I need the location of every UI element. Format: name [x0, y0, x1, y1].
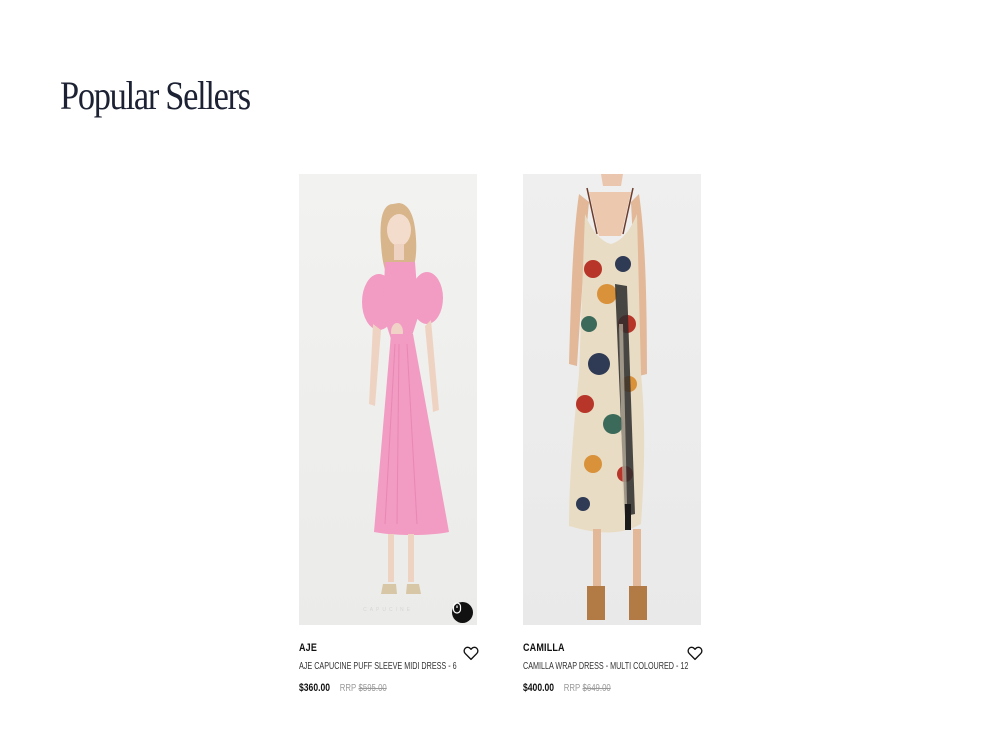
product-price: $400.00	[523, 682, 555, 694]
product-image[interactable]	[523, 174, 701, 625]
product-price: $360.00	[299, 682, 331, 694]
model-pink-dress-illustration	[362, 203, 449, 594]
quick-view-icon	[452, 602, 462, 614]
product-info: AJE AJE CAPUCINE PUFF SLEEVE MIDI DRESS …	[299, 625, 480, 696]
section-title: Popular Sellers	[60, 73, 251, 118]
quick-view-button[interactable]	[452, 602, 473, 623]
rrp-label: RRP	[563, 683, 581, 694]
product-info: CAMILLA CAMILLA WRAP DRESS - MULTI COLOU…	[523, 625, 704, 696]
page: Popular Sellers CAPUCINE AJE AJE CAPUCIN…	[0, 0, 1000, 750]
price-row: $360.00 RRP $595.00	[299, 678, 438, 696]
photo-watermark: CAPUCINE	[363, 607, 413, 613]
model-printed-dress-illustration	[569, 174, 647, 620]
rrp-price: $595.00	[358, 683, 387, 694]
price-row: $400.00 RRP $649.00	[523, 678, 662, 696]
product-name[interactable]: CAMILLA WRAP DRESS - MULTI COLOURED - 12	[523, 661, 688, 672]
product-card-camilla[interactable]: CAMILLA CAMILLA WRAP DRESS - MULTI COLOU…	[523, 174, 704, 696]
rrp: RRP $649.00	[564, 683, 611, 694]
rrp-price: $649.00	[582, 683, 611, 694]
product-name[interactable]: AJE CAPUCINE PUFF SLEEVE MIDI DRESS - 6	[299, 661, 457, 672]
heart-outline-icon[interactable]	[462, 644, 480, 662]
product-card-aje[interactable]: CAPUCINE AJE AJE CAPUCINE PUFF SLEEVE MI…	[299, 174, 480, 696]
heart-outline-icon[interactable]	[686, 644, 704, 662]
product-brand[interactable]: CAMILLA	[523, 642, 669, 654]
product-brand[interactable]: AJE	[299, 642, 445, 654]
rrp: RRP $595.00	[340, 683, 387, 694]
product-image[interactable]: CAPUCINE	[299, 174, 477, 625]
rrp-label: RRP	[339, 683, 357, 694]
